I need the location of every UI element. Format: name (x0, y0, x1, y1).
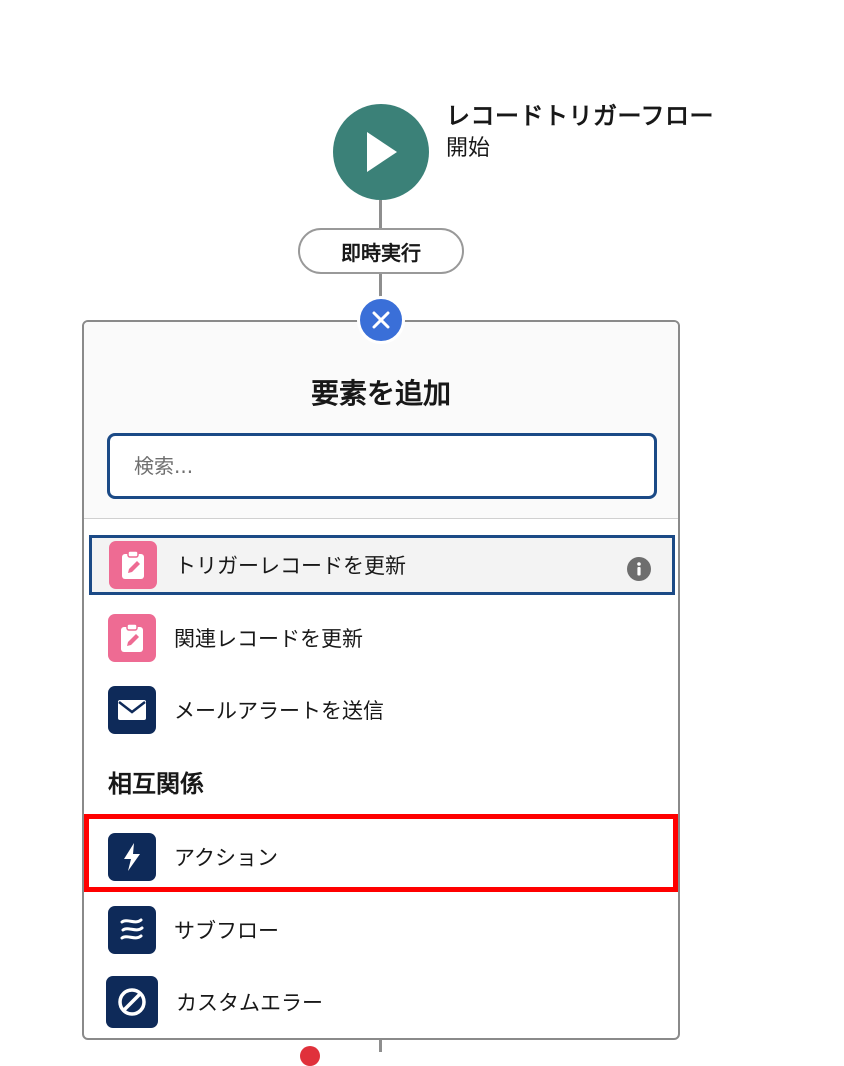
run-immediately-path[interactable]: 即時実行 (298, 228, 464, 274)
menu-item-label: カスタムエラー (176, 991, 323, 1015)
menu-item-label: トリガーレコードを更新 (175, 554, 406, 578)
menu-item-label: 関連レコードを更新 (174, 627, 363, 651)
ban-icon (106, 976, 158, 1028)
flow-connector (379, 274, 382, 298)
lightning-icon (108, 833, 156, 881)
menu-item-update-triggering-record[interactable]: トリガーレコードを更新 (89, 535, 675, 595)
menu-item-custom-error[interactable]: カスタムエラー (88, 972, 676, 1032)
menu-item-label: メールアラートを送信 (174, 699, 384, 723)
menu-item-label: サブフロー (174, 919, 279, 943)
record-update-icon (108, 614, 156, 662)
menu-item-label: アクション (174, 846, 278, 870)
connector-indicator-dot (300, 1046, 320, 1066)
add-element-panel: 要素を追加 トリガーレコードを更新 関連レコー (82, 320, 680, 1040)
run-path-label: 即時実行 (341, 240, 421, 265)
flow-start-title: レコードトリガーフロー (446, 102, 715, 130)
close-button[interactable] (357, 296, 405, 344)
info-icon[interactable] (627, 557, 651, 581)
menu-item-subflow[interactable]: サブフロー (88, 900, 676, 960)
flow-start-subtitle: 開始 (446, 136, 491, 161)
flow-connector (379, 200, 382, 228)
play-icon (367, 132, 397, 172)
panel-title: 要素を追加 (310, 377, 451, 410)
flow-connector (379, 1038, 382, 1052)
search-input[interactable] (107, 433, 657, 499)
panel-header: 要素を追加 (84, 322, 678, 519)
section-heading-interaction: 相互関係 (108, 770, 204, 798)
flow-start-node[interactable] (333, 104, 429, 200)
subflow-icon (108, 906, 156, 954)
email-icon (108, 686, 156, 734)
record-update-icon (109, 541, 157, 589)
menu-item-send-email-alert[interactable]: メールアラートを送信 (88, 680, 676, 740)
menu-item-update-related-records[interactable]: 関連レコードを更新 (88, 608, 676, 668)
close-icon (372, 311, 390, 329)
menu-item-action[interactable]: アクション (88, 827, 676, 887)
